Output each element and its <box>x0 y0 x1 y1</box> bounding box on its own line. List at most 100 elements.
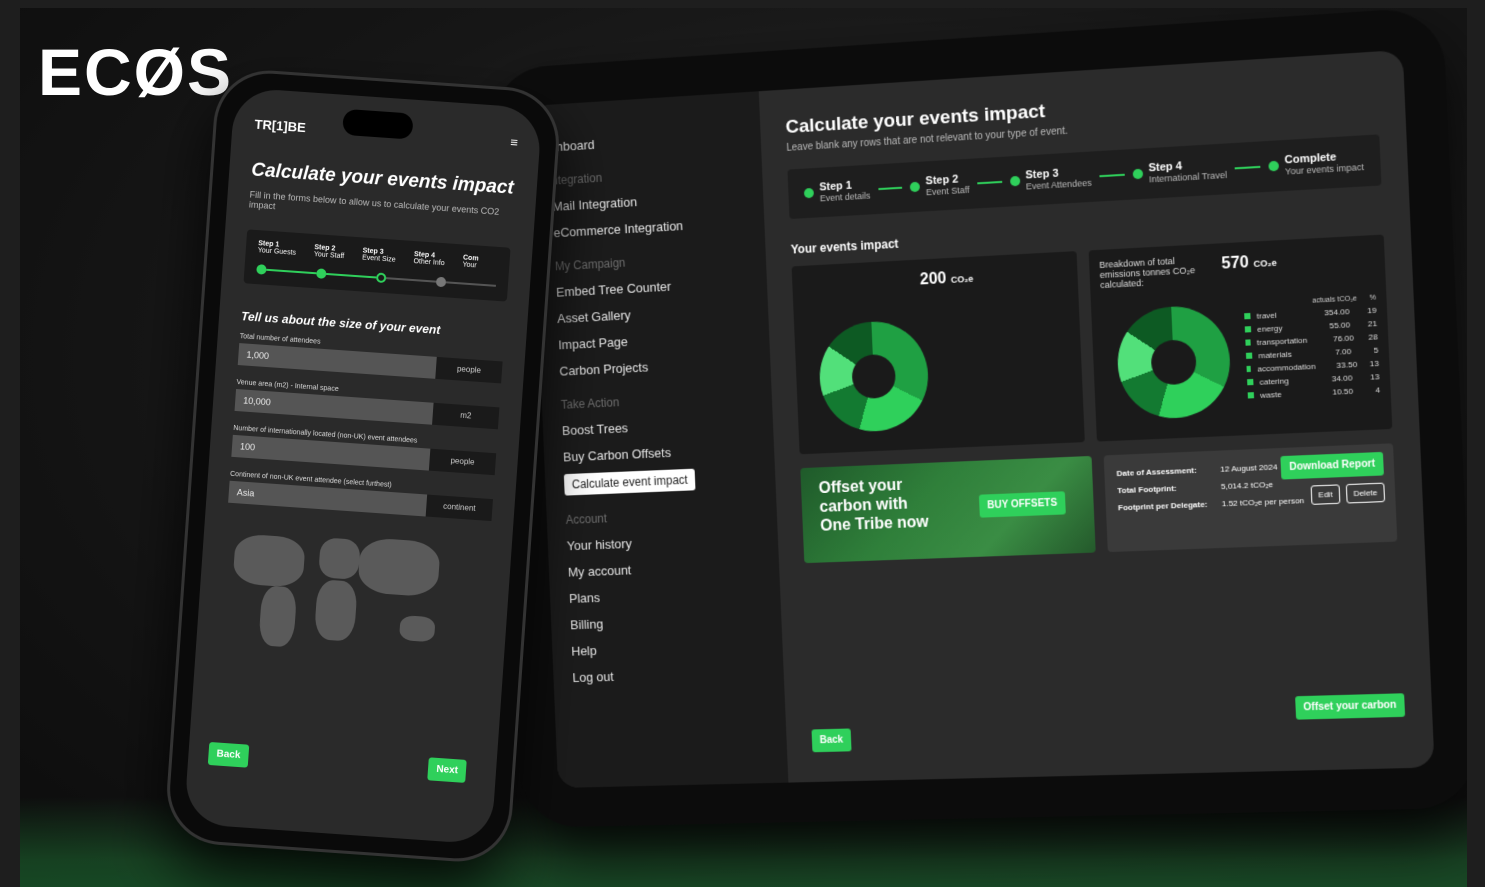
row-value: 10.50 <box>1305 387 1353 398</box>
download-report-button[interactable]: Download Report <box>1281 452 1384 480</box>
buy-offsets-button[interactable]: BUY OFFSETS <box>979 491 1066 517</box>
phone-step-1[interactable]: Step 1 Your Guests <box>258 240 297 257</box>
row-pct: 19 <box>1356 306 1377 316</box>
sidebar: shboard ntegration Mail Integration eCom… <box>529 91 788 788</box>
step-complete[interactable]: Complete Your events impact <box>1268 150 1364 178</box>
legend-swatch-icon <box>1245 326 1251 332</box>
phone-step-4[interactable]: Step 4 Other Info <box>413 251 445 267</box>
assessment-info: Date of Assessment: 12 August 2024 Total … <box>1104 443 1398 552</box>
legend-swatch-icon <box>1244 313 1250 319</box>
step-sublabel: Your <box>462 261 477 269</box>
row-value: 354.00 <box>1302 307 1350 319</box>
phone-step-2[interactable]: Step 2 Your Staff <box>314 244 345 260</box>
step-connector <box>1235 166 1260 169</box>
row-value: 55.00 <box>1302 320 1350 332</box>
step-sublabel: Your Staff <box>314 251 345 260</box>
legend-swatch-icon <box>1245 339 1250 345</box>
step-connector <box>446 281 496 286</box>
step-4[interactable]: Step 4 International Travel <box>1132 158 1227 186</box>
row-pct: 28 <box>1360 332 1378 342</box>
step-connector <box>977 181 1002 184</box>
info-label: Footprint per Delegate: <box>1118 500 1212 513</box>
card-total-unit: CO₂e <box>1253 258 1277 269</box>
step-dot-icon <box>316 268 327 279</box>
row-value: 7.00 <box>1304 347 1352 358</box>
row-name: energy <box>1257 323 1297 334</box>
tablet-device: shboard ntegration Mail Integration eCom… <box>490 8 1467 828</box>
card-total: 200 CO₂e <box>920 269 974 290</box>
promo-text: Offset your carbon with One Tribe now <box>818 474 938 535</box>
step-dot-icon <box>1268 161 1279 172</box>
row-value: 33.50 <box>1322 360 1358 371</box>
phone-step-progress: Step 1 Your Guests Step 2 Your Staff Step … <box>243 229 510 301</box>
tribe-logo: TR[1]BE <box>254 117 306 136</box>
legend-swatch-icon <box>1246 366 1251 372</box>
phone-back-button[interactable]: Back <box>208 742 249 768</box>
step-sublabel: Event details <box>820 191 871 204</box>
sidebar-item-log-out[interactable]: Log out <box>572 658 784 691</box>
row-pct: 13 <box>1363 359 1379 369</box>
step-connector <box>1100 174 1125 177</box>
legend-swatch-icon <box>1246 353 1252 359</box>
field-unit: continent <box>426 495 493 522</box>
field-unit: people <box>435 357 502 384</box>
dynamic-island <box>342 109 414 140</box>
row-name: accommodation <box>1257 362 1316 374</box>
showcase-stage: ECØS shboard ntegration Mail Integration… <box>20 8 1467 887</box>
column-header: actuals tCO₂e <box>1312 295 1357 304</box>
step-sublabel: Your Guests <box>258 247 297 257</box>
delete-button[interactable]: Delete <box>1346 483 1385 504</box>
sidebar-item-calculate-event-impact[interactable]: Calculate event impact <box>564 469 696 496</box>
card-total-value: 200 <box>920 270 947 288</box>
tablet-screen: shboard ntegration Mail Integration eCom… <box>529 50 1434 788</box>
info-label: Date of Assessment: <box>1116 465 1210 478</box>
card-title: Breakdown of total emissions tonnes CO₂e… <box>1099 254 1212 290</box>
hamburger-icon[interactable]: ≡ <box>510 135 519 150</box>
back-button[interactable]: Back <box>811 728 851 752</box>
info-value: 12 August 2024 <box>1220 462 1277 473</box>
card-total: 570 CO₂e <box>1221 253 1277 274</box>
main-content: Calculate your events impact Leave blank… <box>759 50 1435 783</box>
row-name: transportation <box>1257 336 1308 348</box>
step-connector <box>878 187 902 190</box>
step-connector <box>266 269 316 274</box>
phone-step-3[interactable]: Step 3 Event Size <box>362 247 396 263</box>
impact-card-2: Breakdown of total emissions tonnes CO₂e… <box>1089 235 1393 442</box>
row-pct: 5 <box>1357 346 1378 356</box>
world-map <box>217 523 456 679</box>
step-dot-icon <box>376 272 387 283</box>
step-sublabel: Event Size <box>362 254 396 263</box>
step-dot-icon <box>256 264 267 275</box>
edit-button[interactable]: Edit <box>1311 484 1341 505</box>
field-unit: people <box>429 449 496 476</box>
step-3[interactable]: Step 3 Event Attendees <box>1009 166 1092 193</box>
row-name: catering <box>1259 376 1299 387</box>
step-2[interactable]: Step 2 Event Staff <box>910 173 970 198</box>
step-sublabel: Event Staff <box>926 185 970 197</box>
step-dot-icon <box>436 277 447 288</box>
field-unit: m2 <box>432 403 499 430</box>
row-pct: 21 <box>1356 319 1377 329</box>
step-dot-icon <box>804 188 814 198</box>
impact-card-1: 200 CO₂e <box>792 251 1085 454</box>
offset-promo-banner: Offset your carbon with One Tribe now BU… <box>800 456 1095 563</box>
card-total-unit: CO₂e <box>951 274 974 285</box>
card-total-value: 570 <box>1221 254 1249 273</box>
row-pct: 13 <box>1359 372 1380 382</box>
legend-swatch-icon <box>1248 392 1254 398</box>
info-label: Total Footprint: <box>1117 482 1211 495</box>
step-dot-icon <box>1009 176 1019 187</box>
emissions-table: actuals tCO₂e% travel 354.00 19 energy 55.0… <box>1244 294 1381 402</box>
step-dot-icon <box>1132 169 1143 180</box>
phone-device: TR[1]BE ≡ Calculate your events impact F… <box>163 67 562 865</box>
step-connector <box>386 277 436 282</box>
phone-next-button[interactable]: Next <box>428 757 467 783</box>
offset-your-carbon-button[interactable]: Offset your carbon <box>1295 693 1406 719</box>
lower-panels: Offset your carbon with One Tribe now BU… <box>800 443 1397 563</box>
brand-logo: ECØS <box>38 34 233 110</box>
info-value: 5,014.2 tCO₂e <box>1221 480 1273 491</box>
phone-step-complete[interactable]: Com Your <box>462 254 479 269</box>
step-1[interactable]: Step 1 Event details <box>804 179 871 205</box>
impact-cards: 200 CO₂e Breakdown of total emissions to… <box>792 235 1393 455</box>
info-value: 1.52 tCO₂e per person <box>1222 496 1305 508</box>
